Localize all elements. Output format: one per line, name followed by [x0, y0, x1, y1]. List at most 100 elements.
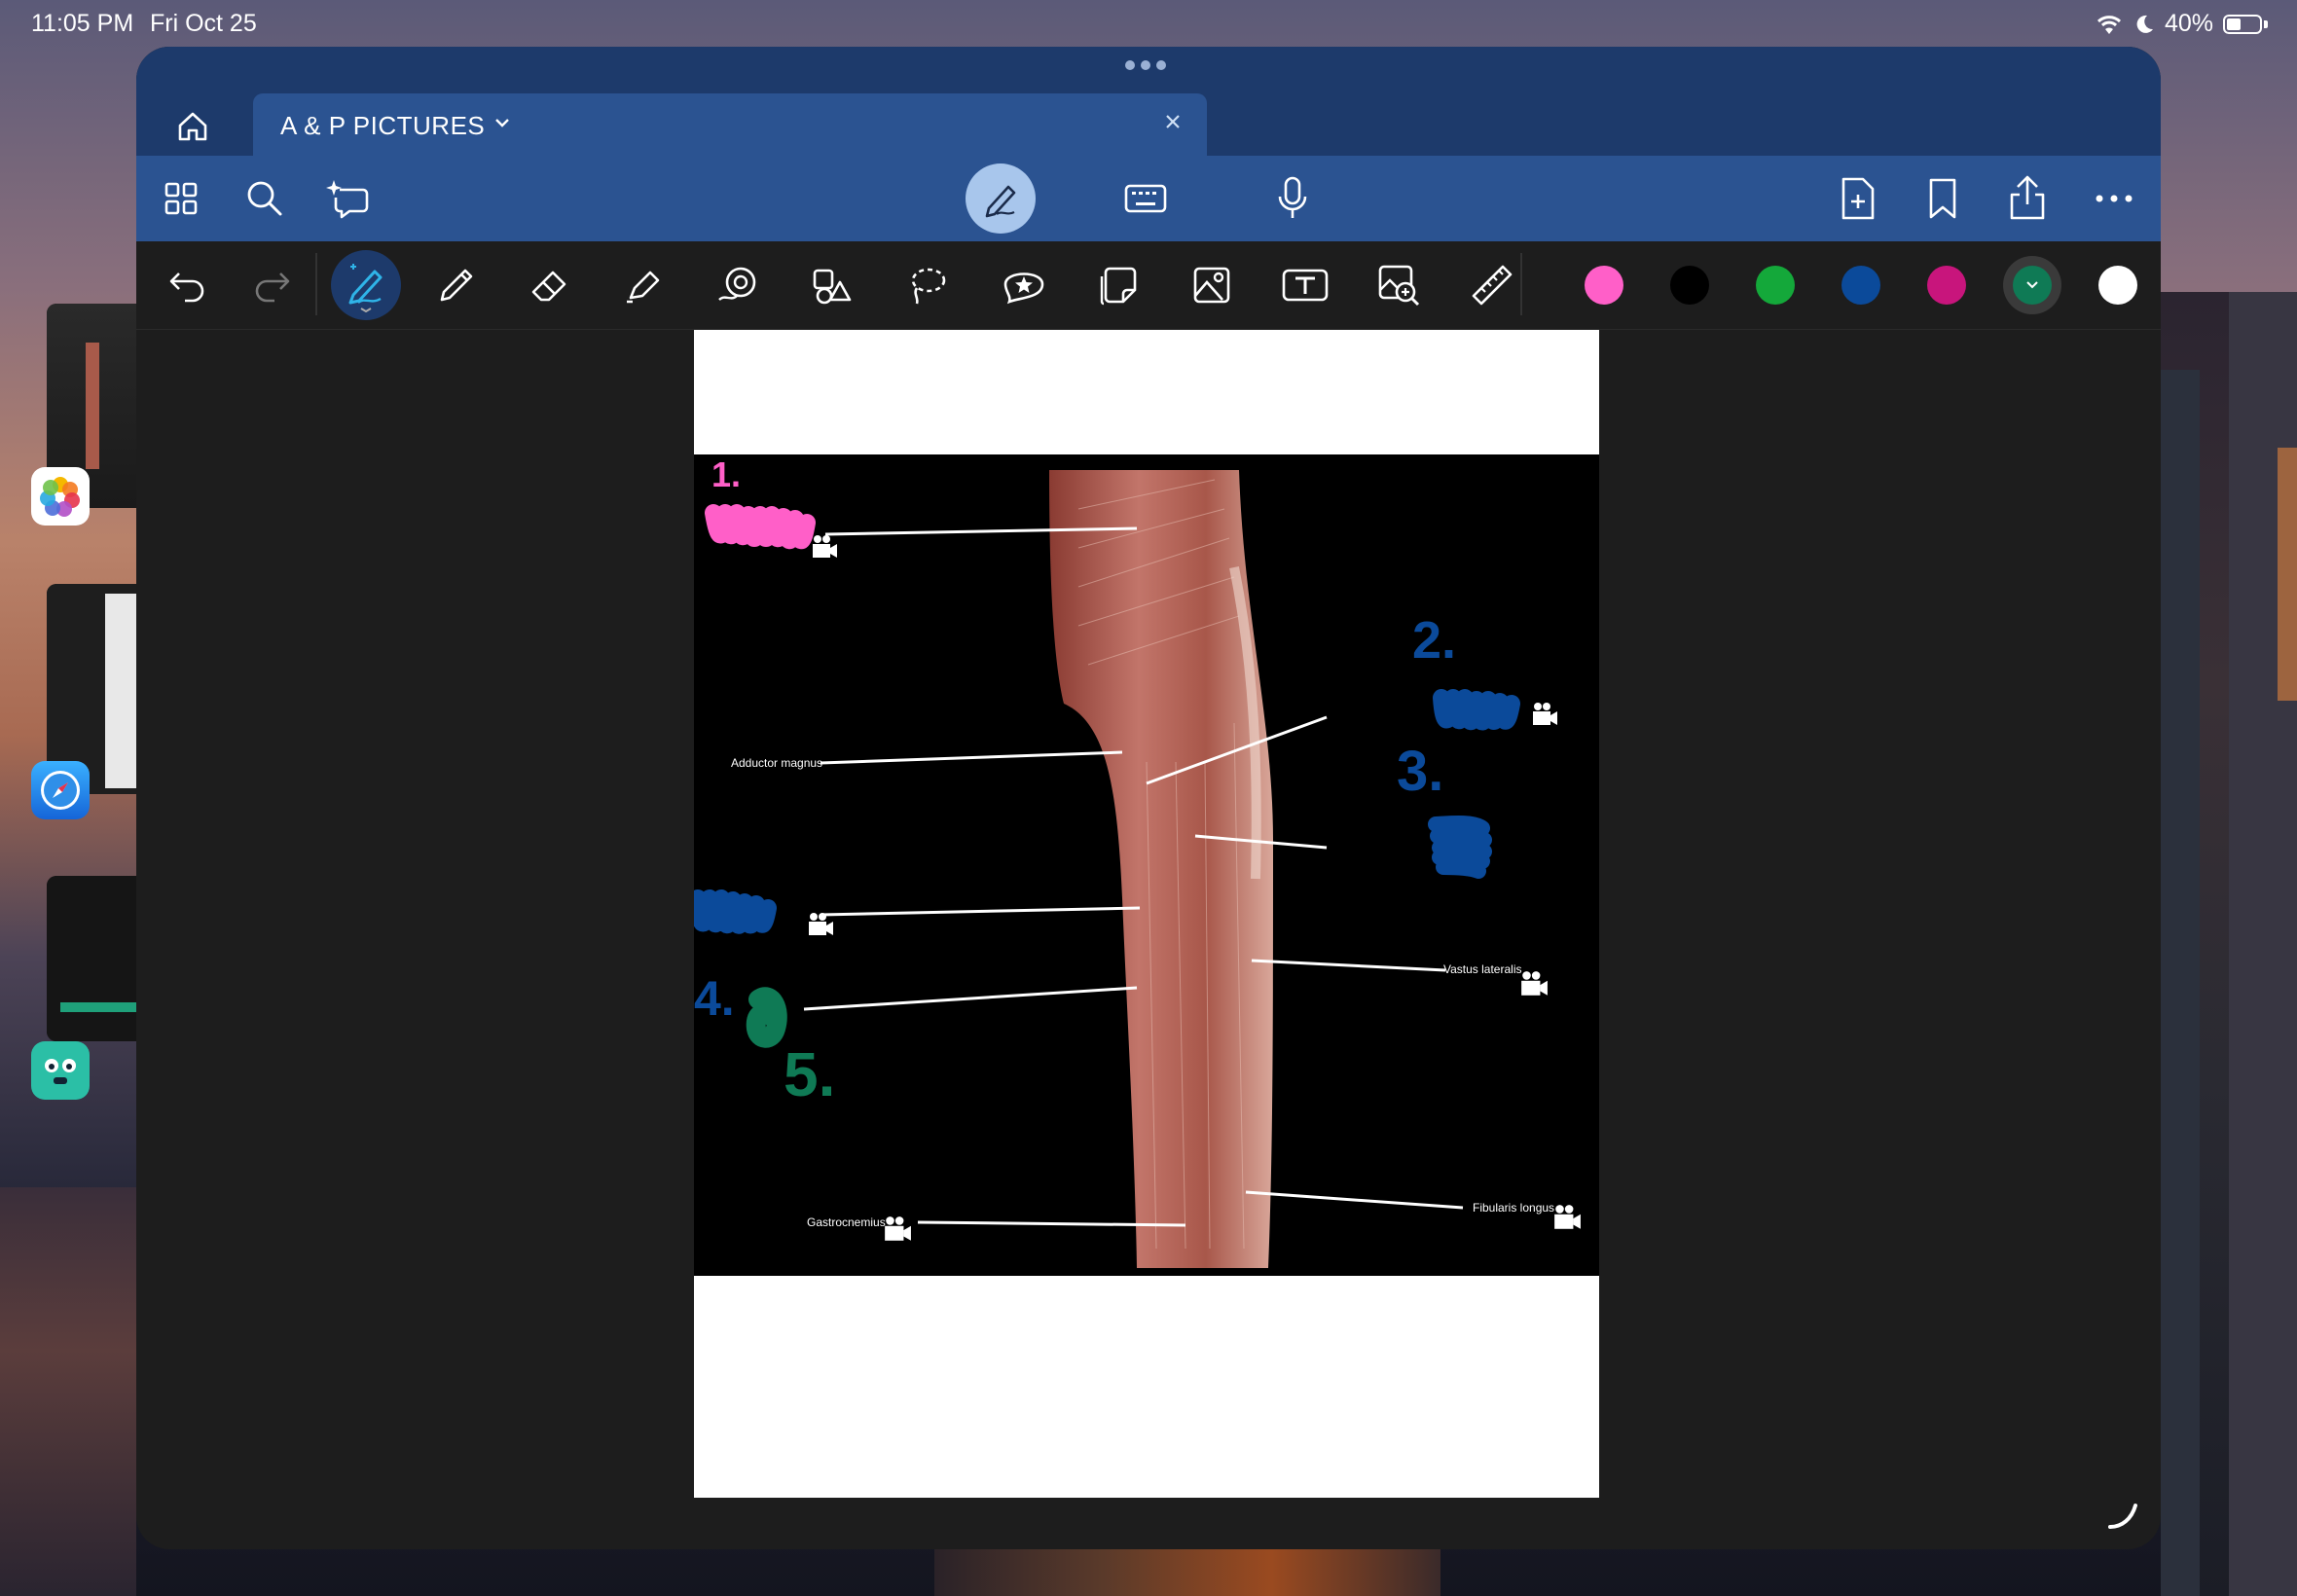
add-page-icon	[1841, 177, 1875, 220]
selected-color-dot	[2013, 266, 2052, 305]
pencil-tool[interactable]	[432, 261, 481, 309]
background-city	[2161, 292, 2297, 1596]
thumbnails-icon	[164, 182, 198, 215]
color-swatch-black[interactable]	[1670, 266, 1709, 305]
text-box-tool[interactable]	[1279, 261, 1331, 309]
lasso-tool[interactable]	[903, 261, 952, 309]
fountain-pen-tool[interactable]	[331, 250, 401, 320]
toolbar-divider	[315, 253, 317, 315]
annotation-number-3: 3.	[1397, 740, 1444, 803]
color-swatch-pink[interactable]	[1585, 266, 1623, 305]
bookmark-icon	[1929, 178, 1956, 219]
slide-over-app-thumbnail-3[interactable]	[47, 876, 136, 1041]
color-swatch-green[interactable]	[1756, 266, 1795, 305]
highlighter-icon	[627, 271, 660, 304]
status-time: 11:05 PM	[31, 10, 134, 37]
chevron-down-icon	[495, 119, 509, 127]
redo-button[interactable]	[249, 263, 296, 308]
battery-tip	[2264, 19, 2268, 28]
share-icon	[2010, 175, 2045, 220]
annotation-number-2: 2.	[1412, 611, 1457, 670]
pen-mode-icon	[985, 185, 1016, 218]
moon-icon	[2136, 15, 2153, 33]
multitasking-grabber[interactable]	[1125, 60, 1166, 70]
keyboard-button[interactable]	[1121, 175, 1170, 222]
annotation-number-5: 5.	[784, 1039, 836, 1109]
pen-mode-button[interactable]	[966, 163, 1036, 234]
highlighter-tool[interactable]	[619, 261, 668, 309]
share-button[interactable]	[2005, 171, 2050, 224]
annotation-number-1: 1.	[711, 454, 742, 494]
text-box-icon	[1282, 269, 1329, 302]
status-bar: 11:05 PM Fri Oct 25 40%	[0, 0, 2297, 47]
tools-toolbar	[136, 241, 2161, 330]
bookmark-button[interactable]	[1921, 173, 1964, 224]
fountain-pen-icon	[348, 264, 383, 312]
pencil-icon	[440, 269, 473, 302]
elements-tool[interactable]	[808, 261, 857, 309]
background-river	[0, 1187, 136, 1596]
safari-app-icon[interactable]	[31, 761, 90, 819]
home-icon	[178, 112, 207, 141]
image-icon	[1193, 267, 1230, 304]
image-tool[interactable]	[1187, 261, 1236, 309]
zoom-window-icon	[1378, 265, 1420, 307]
status-right: 40%	[2095, 10, 2268, 38]
search-button[interactable]	[241, 175, 288, 222]
shape-icon	[718, 267, 756, 301]
tab-title: A & P PICTURES	[280, 111, 486, 140]
keyboard-icon	[1124, 184, 1167, 213]
undo-icon	[169, 272, 204, 303]
handwritten-annotations	[694, 504, 1520, 1048]
sticker-icon	[1003, 272, 1044, 305]
top-toolbar	[136, 156, 2161, 241]
page-curl-button[interactable]	[2106, 1502, 2141, 1536]
lasso-icon	[911, 268, 946, 305]
battery-icon	[2223, 14, 2262, 34]
eraser-icon	[531, 271, 566, 302]
photos-app-icon[interactable]	[31, 467, 90, 526]
color-swatch-white[interactable]	[2098, 266, 2137, 305]
color-swatch-blue[interactable]	[1841, 266, 1880, 305]
sticky-note-tool[interactable]	[1094, 261, 1143, 309]
chevron-down-icon	[2026, 281, 2038, 289]
sticky-note-icon	[1100, 267, 1137, 306]
elements-icon	[813, 269, 852, 305]
sticker-tool[interactable]	[999, 261, 1049, 309]
ai-assistant-icon	[326, 180, 369, 219]
anatomy-photo: Adductor magnus Vastus lateralis Gastroc…	[694, 454, 1599, 1276]
home-button[interactable]	[175, 109, 214, 148]
annotation-number-4: 4.	[694, 971, 735, 1026]
ai-assistant-button[interactable]	[325, 175, 374, 224]
eraser-tool[interactable]	[526, 261, 574, 309]
document-tab[interactable]: A & P PICTURES	[253, 93, 1207, 156]
tab-close-button[interactable]	[1162, 111, 1184, 137]
more-button[interactable]	[2093, 181, 2135, 216]
status-date: Fri Oct 25	[150, 10, 257, 37]
document-page[interactable]: Adductor magnus Vastus lateralis Gastroc…	[694, 330, 1599, 1498]
microphone-icon	[1278, 176, 1307, 218]
page-curl-icon	[2108, 1504, 2137, 1529]
color-swatch-magenta[interactable]	[1927, 266, 1966, 305]
ruler-tool[interactable]	[1468, 261, 1516, 309]
color-swatch-selected-teal[interactable]	[2003, 256, 2061, 314]
undo-button[interactable]	[164, 263, 210, 308]
shape-tool[interactable]	[714, 261, 763, 309]
redo-icon	[255, 272, 290, 303]
tab-bar: A & P PICTURES	[136, 47, 2161, 156]
toolbar-divider-2	[1520, 253, 1522, 315]
ruler-icon	[1472, 265, 1513, 306]
thumbnails-button[interactable]	[158, 175, 204, 222]
tab-chevron[interactable]	[491, 109, 514, 141]
quizlet-app-icon[interactable]	[31, 1041, 90, 1100]
zoom-window-tool[interactable]	[1374, 261, 1423, 309]
app-window: A & P PICTURES Adductor magnus Vastus la…	[136, 47, 2161, 1549]
add-page-button[interactable]	[1836, 173, 1878, 224]
wifi-icon	[2096, 15, 2121, 34]
microphone-button[interactable]	[1271, 173, 1314, 224]
background-road	[934, 1547, 1440, 1596]
more-icon	[2096, 195, 2133, 202]
search-icon	[247, 181, 282, 216]
close-icon	[1166, 115, 1180, 128]
battery-percent: 40%	[2164, 10, 2213, 37]
